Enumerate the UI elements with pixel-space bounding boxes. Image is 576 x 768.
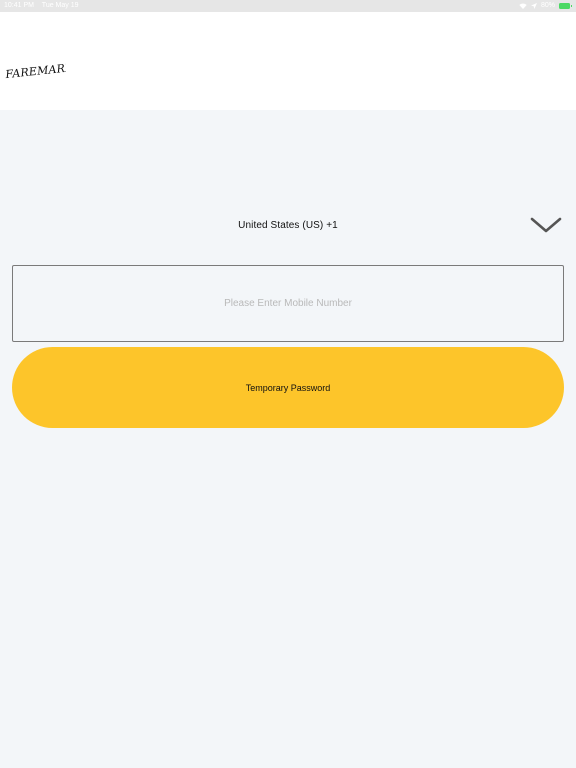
status-right: 80% bbox=[519, 0, 572, 12]
mobile-number-input[interactable] bbox=[12, 265, 564, 342]
chevron-down-icon[interactable] bbox=[530, 216, 562, 234]
app-header: FAREMARKET bbox=[0, 12, 576, 110]
temporary-password-button[interactable]: Temporary Password bbox=[12, 347, 564, 428]
status-time: 10:41 PM bbox=[4, 2, 34, 9]
status-bar: 10:41 PM Tue May 19 80% bbox=[0, 0, 576, 12]
battery-icon bbox=[559, 3, 572, 9]
battery-percent: 80% bbox=[540, 2, 555, 9]
status-left: 10:41 PM Tue May 19 bbox=[4, 0, 85, 12]
country-code-select[interactable]: United States (US) +1 bbox=[0, 206, 576, 246]
logo-text: FAREMARKET bbox=[4, 59, 66, 81]
wifi-icon bbox=[519, 3, 527, 9]
status-date: Tue May 19 bbox=[41, 2, 79, 9]
location-arrow-icon bbox=[530, 3, 537, 9]
faremarket-logo: FAREMARKET bbox=[4, 59, 66, 81]
country-code-label: United States (US) +1 bbox=[238, 220, 338, 231]
